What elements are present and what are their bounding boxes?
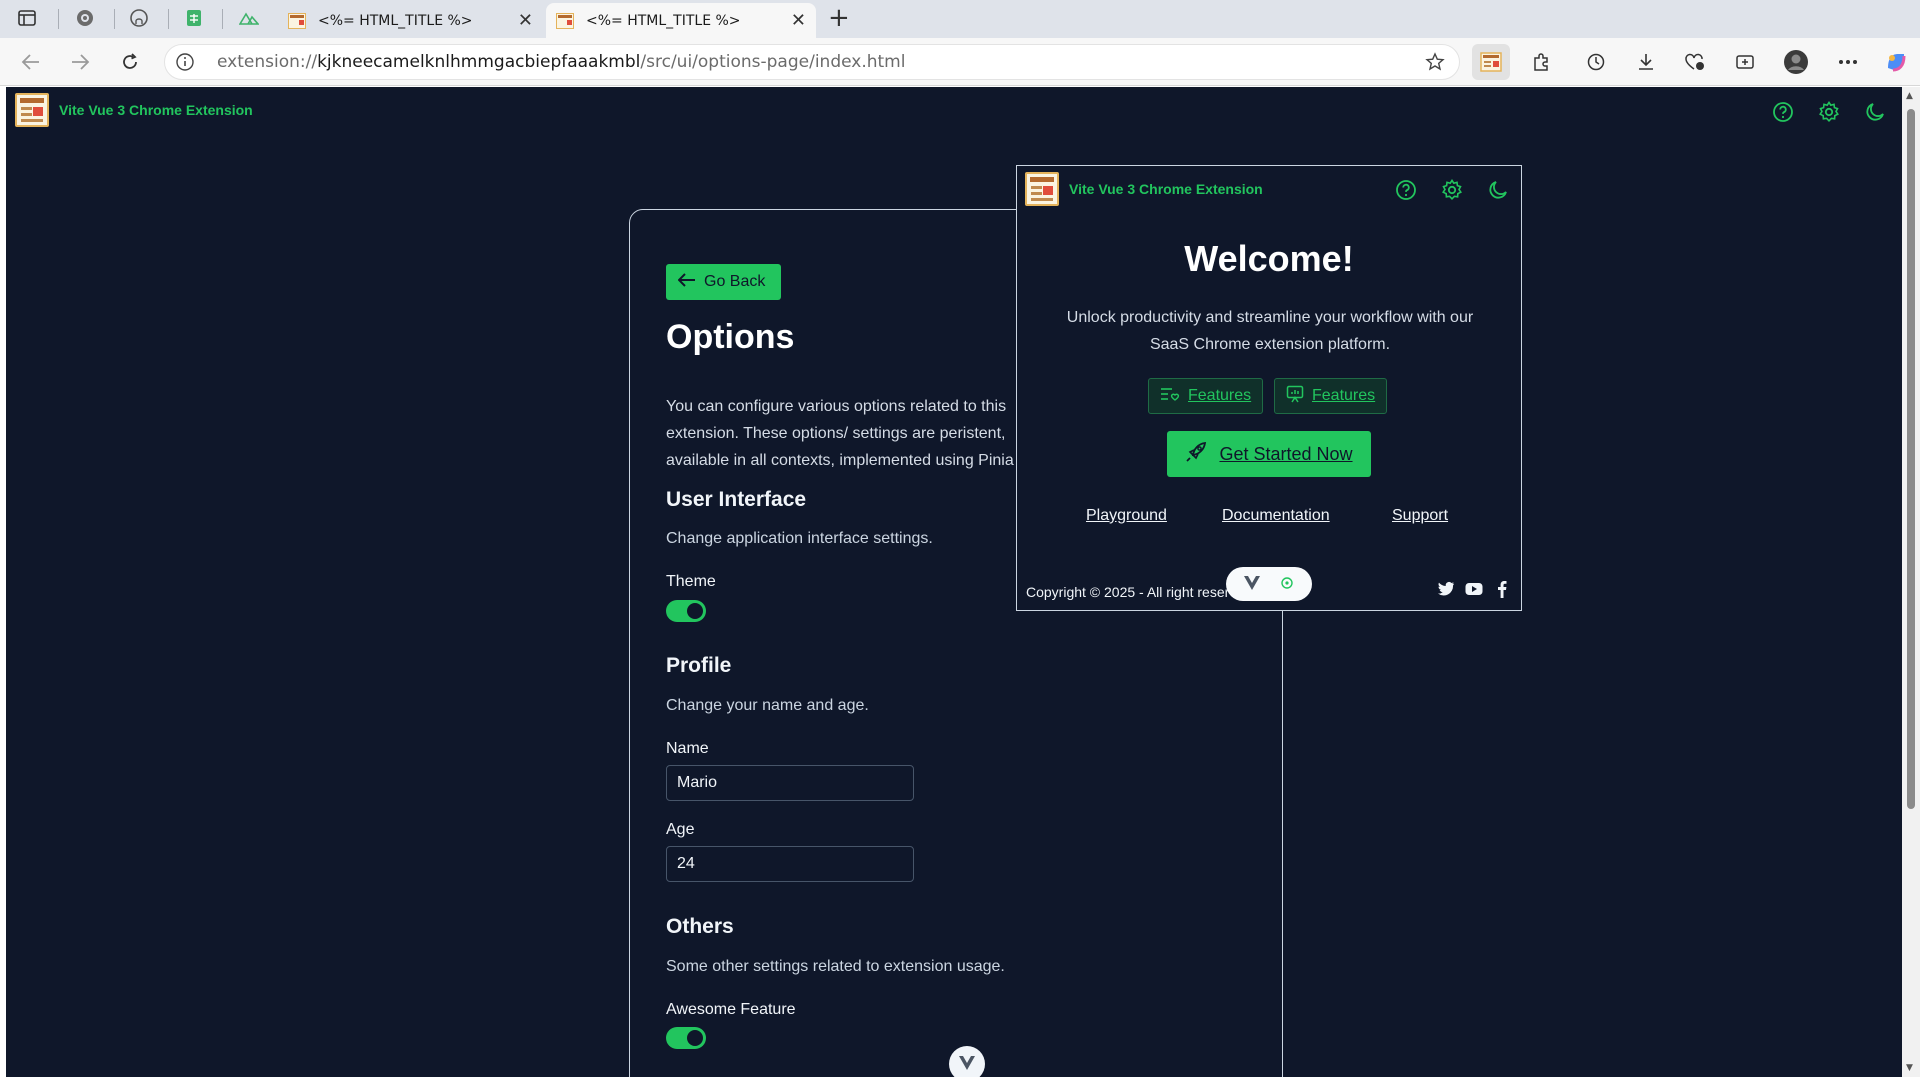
extensions-puzzle-icon[interactable] [1527,48,1555,76]
options-intro: You can configure various options relate… [666,398,1045,469]
section-desc-profile: Change your name and age. [666,697,869,714]
youtube-icon[interactable] [1465,580,1483,598]
gear-icon[interactable] [1817,100,1841,124]
moon-icon[interactable] [1863,100,1887,124]
sheets-icon[interactable] [183,7,205,29]
more-menu-icon[interactable] [1834,48,1862,76]
inspect-target-icon[interactable] [1280,575,1294,594]
rocket-icon [1185,441,1207,468]
twitter-icon[interactable] [1437,580,1455,598]
tab-separator [168,9,169,29]
features-label-2: Features [1312,387,1376,404]
theme-toggle[interactable] [666,600,706,622]
options-page: Vite Vue 3 Chrome Extension Go Back Opti… [6,87,1902,1077]
name-input[interactable]: Mario [666,765,914,801]
scroll-thumb[interactable] [1907,109,1915,809]
popup-brand[interactable]: Vite Vue 3 Chrome Extension [1025,172,1263,206]
theme-label: Theme [666,573,716,590]
copilot-icon[interactable] [1882,48,1910,76]
app-logo-icon [15,93,49,127]
header-actions [1771,100,1887,124]
back-icon[interactable] [17,48,45,76]
app-name: Vite Vue 3 Chrome Extension [59,102,253,118]
name-label: Name [666,740,709,757]
vue-logo-icon [1244,575,1260,594]
close-tab-icon[interactable]: ✕ [518,10,533,31]
help-icon[interactable] [1771,100,1795,124]
tab-title: <%= HTML_TITLE %> [318,12,473,29]
nuxt-icon[interactable] [238,7,260,29]
presentation-chart-icon [1286,385,1304,408]
vue-logo-icon [959,1055,975,1074]
tab-separator [114,9,115,29]
url-input[interactable]: extension://kjkneecamelknlhmmgacbiepfaaa… [164,44,1460,80]
github-icon[interactable] [128,7,150,29]
go-back-label: Go Back [704,273,766,290]
age-input[interactable]: 24 [666,846,914,882]
url-text: extension://kjkneecamelknlhmmgacbiepfaaa… [217,52,906,72]
favorite-star-icon[interactable] [1425,52,1445,76]
popup-app-name: Vite Vue 3 Chrome Extension [1069,181,1263,197]
scroll-up-arrow-icon[interactable]: ▲ [1906,91,1913,101]
close-tab-icon[interactable]: ✕ [791,10,806,31]
profile-avatar[interactable] [1782,48,1810,76]
tab-options[interactable]: <%= HTML_TITLE %> ✕ [278,3,543,38]
extension-favicon-icon [556,12,574,29]
popup-welcome-title: Welcome! [1184,238,1354,279]
age-label: Age [666,821,695,838]
pinned-tab-icon[interactable] [74,7,96,29]
awesome-feature-label: Awesome Feature [666,1001,796,1018]
app-logo-icon [1025,172,1059,206]
tab-title: <%= HTML_TITLE %> [586,12,741,29]
moon-icon[interactable] [1486,178,1510,202]
page-scrollbar[interactable]: ▲ ▼ [1902,87,1920,1077]
vue-devtools-toggle[interactable] [949,1046,985,1077]
favorites-heart-icon[interactable] [1681,48,1709,76]
get-started-button[interactable]: Get Started Now [1167,431,1371,477]
site-info-icon[interactable] [165,53,205,71]
forward-icon[interactable] [66,48,94,76]
help-icon[interactable] [1394,178,1418,202]
popup-header-actions [1394,178,1510,202]
features-button-1[interactable]: Features [1148,378,1264,414]
screenshot-icon[interactable] [1731,48,1759,76]
vue-devtools-pill[interactable] [1226,567,1312,601]
sidebar-toggle-icon[interactable] [16,7,38,29]
features-label-1: Features [1188,387,1252,404]
go-back-button[interactable]: Go Back [666,264,782,300]
section-desc-others: Some other settings related to extension… [666,958,1005,975]
social-links [1437,580,1511,598]
facebook-icon[interactable] [1493,580,1511,598]
app-brand[interactable]: Vite Vue 3 Chrome Extension [15,93,253,127]
features-button-2[interactable]: Features [1274,378,1388,414]
new-tab-button[interactable]: + [828,5,850,31]
section-desc-ui: Change application interface settings. [666,530,933,547]
documentation-link[interactable]: Documentation [1222,507,1330,525]
address-bar-row: extension://kjkneecamelknlhmmgacbiepfaaa… [0,38,1920,86]
section-title-profile: Profile [666,654,732,677]
popup-description: Unlock productivity and streamline your … [1066,309,1474,353]
extension-favicon-icon [288,12,306,29]
download-icon[interactable] [1632,48,1660,76]
tab-options-active[interactable]: <%= HTML_TITLE %> ✕ [546,3,816,38]
get-started-label: Get Started Now [1219,443,1353,464]
reload-icon[interactable] [116,48,144,76]
section-title-others: Others [666,915,734,938]
tab-separator [58,9,59,29]
playground-link[interactable]: Playground [1086,507,1167,525]
list-heart-icon [1160,386,1180,407]
section-title-ui: User Interface [666,488,807,511]
copyright-text: Copyright © 2025 - All right reserved [1026,584,1236,600]
extension-popup: Vite Vue 3 Chrome Extension Welcome! Unl… [1016,165,1522,611]
gear-icon[interactable] [1440,178,1464,202]
extension-toolbar-button[interactable] [1472,44,1510,80]
tab-separator [222,9,223,29]
page-title: Options [666,318,795,356]
scroll-down-arrow-icon[interactable]: ▼ [1906,1063,1913,1073]
tab-strip: <%= HTML_TITLE %> ✕ <%= HTML_TITLE %> ✕ … [0,0,1920,38]
arrow-left-icon [677,272,696,292]
awesome-feature-toggle[interactable] [666,1027,706,1049]
history-icon[interactable] [1582,48,1610,76]
support-link[interactable]: Support [1392,507,1448,525]
